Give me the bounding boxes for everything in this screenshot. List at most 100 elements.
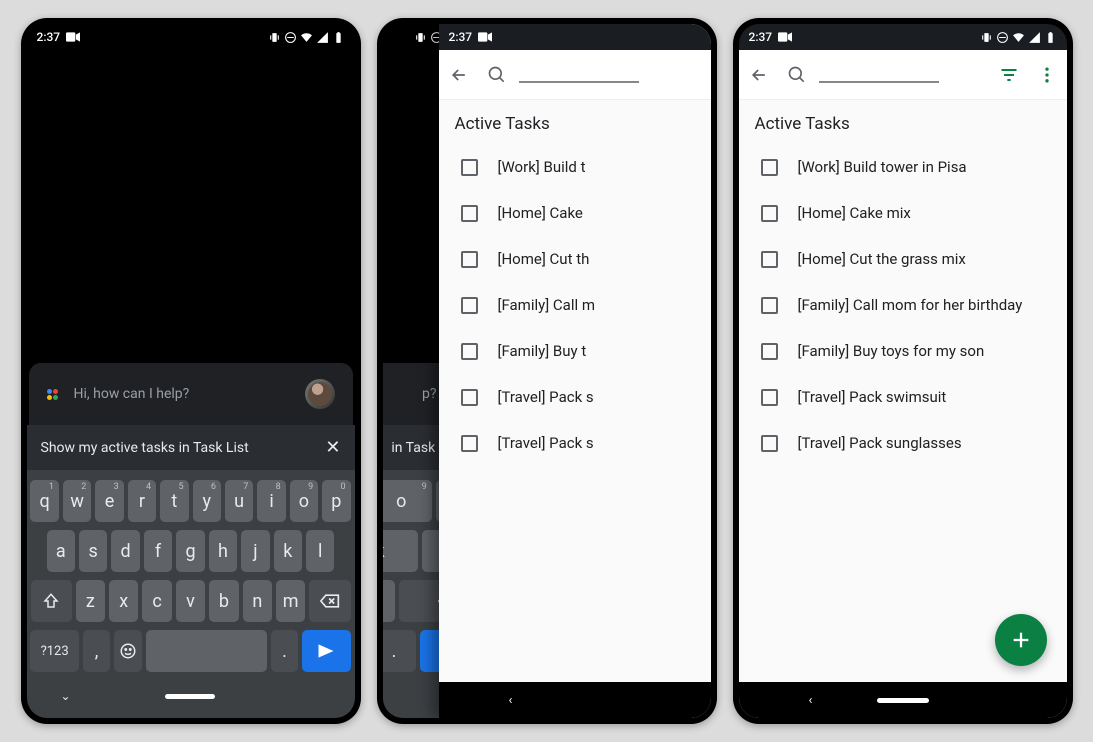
task-text: [Family] Buy t bbox=[498, 342, 587, 360]
task-row[interactable]: [Work] Build tower in Pisa bbox=[739, 144, 1067, 190]
key-s[interactable]: s bbox=[79, 530, 107, 572]
checkbox[interactable] bbox=[761, 389, 778, 406]
close-icon[interactable]: ✕ bbox=[325, 437, 340, 458]
wifi-icon bbox=[1012, 31, 1025, 44]
task-row[interactable]: [Home] Cake mix bbox=[739, 190, 1067, 236]
key-w[interactable]: w2 bbox=[63, 480, 91, 522]
home-gesture-pill[interactable] bbox=[877, 698, 929, 703]
task-row[interactable]: [Home] Cut the grass mix bbox=[739, 236, 1067, 282]
soft-keyboard[interactable]: q1 w2 e3 r4 t5 y6 u7 i8 o9 p0 a s d f g bbox=[27, 470, 355, 718]
phone-transition: 2:37 p? in Tas bbox=[377, 18, 717, 724]
key-g[interactable]: g bbox=[176, 530, 204, 572]
key-q[interactable]: q1 bbox=[30, 480, 58, 522]
task-text: [Home] Cut th bbox=[498, 250, 590, 268]
key-j[interactable]: j bbox=[241, 530, 269, 572]
key-m[interactable]: m bbox=[276, 580, 305, 622]
key-b[interactable]: b bbox=[209, 580, 238, 622]
checkbox[interactable] bbox=[461, 343, 478, 360]
key-p[interactable]: p0 bbox=[322, 480, 350, 522]
search-icon[interactable] bbox=[787, 65, 807, 85]
task-row[interactable]: [Family] Call m bbox=[439, 282, 711, 328]
task-row[interactable]: [Travel] Pack swimsuit bbox=[739, 374, 1067, 420]
task-row[interactable]: [Home] Cut th bbox=[439, 236, 711, 282]
key-i[interactable]: i8 bbox=[257, 480, 285, 522]
assistant-input-bar[interactable]: Show my active tasks in Task List ✕ bbox=[27, 425, 355, 470]
nav-back-icon[interactable]: ‹ bbox=[509, 693, 513, 708]
checkbox[interactable] bbox=[461, 389, 478, 406]
search-icon[interactable] bbox=[487, 65, 507, 85]
checkbox[interactable] bbox=[761, 297, 778, 314]
key-r[interactable]: r4 bbox=[128, 480, 156, 522]
assistant-blank-area bbox=[27, 50, 355, 363]
key-t[interactable]: t5 bbox=[160, 480, 188, 522]
checkbox[interactable] bbox=[461, 251, 478, 268]
key-u[interactable]: u7 bbox=[225, 480, 253, 522]
task-row[interactable]: [Travel] Pack sunglasses bbox=[739, 420, 1067, 466]
key-k[interactable]: k bbox=[274, 530, 302, 572]
key-shift[interactable] bbox=[31, 580, 72, 622]
task-list[interactable]: [Work] Build tower in Pisa [Home] Cake m… bbox=[739, 144, 1067, 682]
task-row[interactable]: [Travel] Pack s bbox=[439, 420, 711, 466]
overflow-menu-icon[interactable] bbox=[1037, 65, 1057, 85]
search-input-underline[interactable] bbox=[819, 67, 939, 83]
key-z[interactable]: z bbox=[76, 580, 105, 622]
task-row[interactable]: [Travel] Pack s bbox=[439, 374, 711, 420]
checkbox[interactable] bbox=[461, 297, 478, 314]
filter-icon[interactable] bbox=[999, 65, 1019, 85]
keyboard-row-1: q1 w2 e3 r4 t5 y6 u7 i8 o9 p0 bbox=[31, 480, 351, 522]
checkbox[interactable] bbox=[761, 343, 778, 360]
dnd-icon bbox=[284, 31, 297, 44]
task-row[interactable]: [Family] Buy toys for my son bbox=[739, 328, 1067, 374]
key-emoji[interactable] bbox=[114, 630, 142, 672]
key-h[interactable]: h bbox=[209, 530, 237, 572]
task-row[interactable]: [Family] Buy t bbox=[439, 328, 711, 374]
key-o[interactable]: o9 bbox=[290, 480, 318, 522]
wifi-icon bbox=[300, 31, 313, 44]
checkbox[interactable] bbox=[461, 205, 478, 222]
key-symbols[interactable]: ?123 bbox=[30, 630, 78, 672]
key-send[interactable] bbox=[420, 630, 439, 672]
checkbox[interactable] bbox=[761, 159, 778, 176]
keyboard-collapse-icon[interactable]: ⌄ bbox=[61, 689, 71, 703]
home-gesture-pill[interactable] bbox=[165, 694, 215, 699]
key-period[interactable]: . bbox=[271, 630, 299, 672]
key-send[interactable] bbox=[302, 630, 350, 672]
dnd-icon bbox=[996, 31, 1009, 44]
section-title: Active Tasks bbox=[739, 100, 1067, 144]
back-icon[interactable] bbox=[449, 65, 469, 85]
checkbox[interactable] bbox=[461, 435, 478, 452]
assistant-input-text-clipped: in Task List bbox=[383, 440, 439, 456]
key-backspace[interactable] bbox=[399, 580, 439, 622]
key-l[interactable]: l bbox=[306, 530, 334, 572]
task-list[interactable]: [Work] Build t [Home] Cake [Home] Cut th… bbox=[439, 144, 711, 682]
key-n[interactable]: n bbox=[243, 580, 272, 622]
back-icon[interactable] bbox=[749, 65, 769, 85]
key-space[interactable] bbox=[146, 630, 267, 672]
key-backspace[interactable] bbox=[309, 580, 350, 622]
status-time: 2:37 bbox=[749, 30, 773, 44]
key-x[interactable]: x bbox=[109, 580, 138, 622]
checkbox[interactable] bbox=[761, 251, 778, 268]
video-icon bbox=[778, 32, 792, 42]
key-c[interactable]: c bbox=[142, 580, 171, 622]
checkbox[interactable] bbox=[761, 205, 778, 222]
key-comma[interactable]: , bbox=[83, 630, 111, 672]
key-y[interactable]: y6 bbox=[193, 480, 221, 522]
keyboard-row-4: ?123 , . bbox=[31, 630, 351, 672]
search-input-underline[interactable] bbox=[519, 67, 639, 83]
key-e[interactable]: e3 bbox=[95, 480, 123, 522]
task-row[interactable]: [Family] Call mom for her birthday bbox=[739, 282, 1067, 328]
assistant-input-text[interactable]: Show my active tasks in Task List bbox=[41, 440, 316, 456]
task-row[interactable]: [Home] Cake bbox=[439, 190, 711, 236]
key-a[interactable]: a bbox=[47, 530, 75, 572]
task-row[interactable]: [Work] Build t bbox=[439, 144, 711, 190]
key-d[interactable]: d bbox=[111, 530, 139, 572]
nav-back-icon[interactable]: ‹ bbox=[809, 693, 813, 708]
checkbox[interactable] bbox=[461, 159, 478, 176]
key-v[interactable]: v bbox=[176, 580, 205, 622]
user-avatar[interactable] bbox=[305, 379, 335, 409]
key-f[interactable]: f bbox=[144, 530, 172, 572]
fab-add-task[interactable] bbox=[995, 614, 1047, 666]
task-text: [Family] Buy toys for my son bbox=[798, 342, 985, 360]
checkbox[interactable] bbox=[761, 435, 778, 452]
